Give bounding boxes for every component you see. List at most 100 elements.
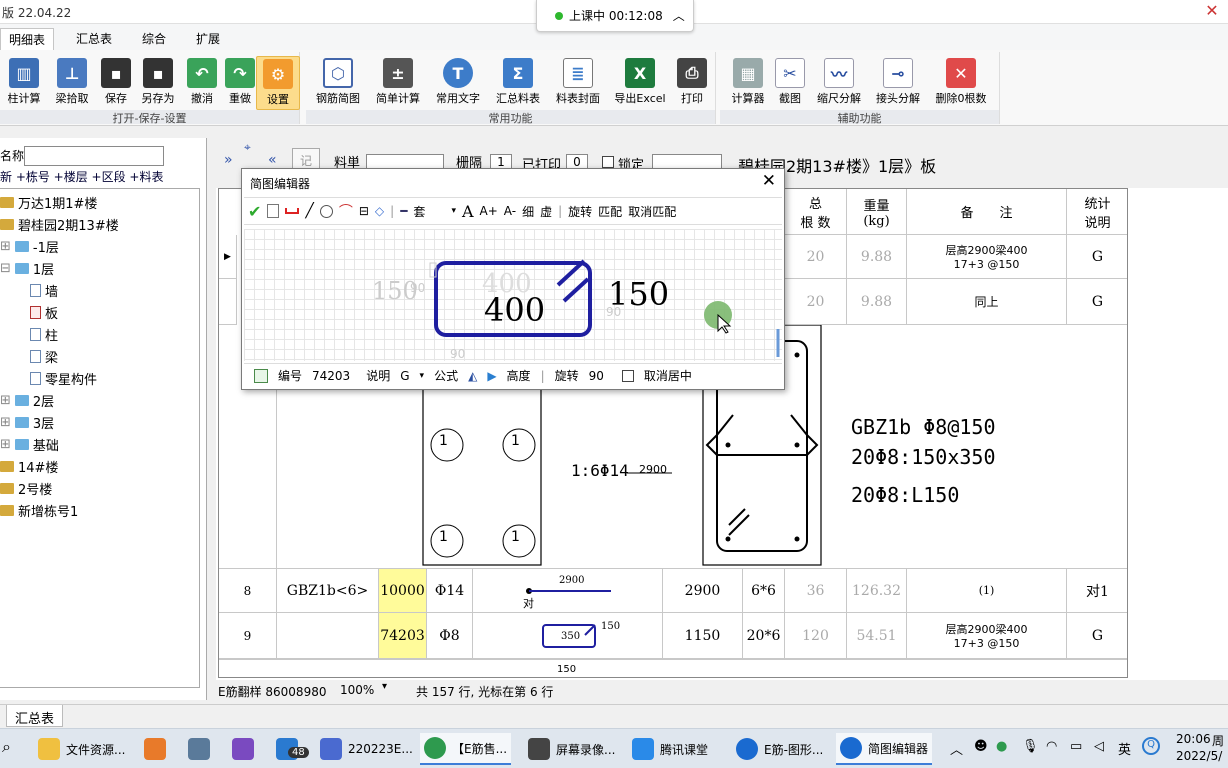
- settings-button[interactable]: ⚙ 设置: [256, 56, 300, 110]
- eraser-icon[interactable]: ◇: [375, 204, 384, 218]
- tree-node-2f[interactable]: ⊞ 2层: [0, 391, 54, 410]
- tree-node-2hao[interactable]: 2号楼: [0, 479, 52, 498]
- wifi-icon[interactable]: ◠: [1046, 739, 1057, 754]
- taskbar-sketch-editor[interactable]: 简图编辑器: [836, 733, 933, 765]
- pin-icon[interactable]: ⌖: [244, 140, 251, 155]
- clock-weekday[interactable]: 周: [1212, 732, 1224, 749]
- cell-count[interactable]: 36: [785, 569, 847, 613]
- tree-node-wanda[interactable]: 万达1期1#楼: [0, 193, 97, 212]
- cell-stat[interactable]: G: [1067, 613, 1127, 659]
- taskbar-app-orange[interactable]: [140, 733, 170, 765]
- flip-horizontal-icon[interactable]: ◭: [468, 369, 477, 383]
- tray-app-icon[interactable]: ●: [996, 739, 1007, 754]
- cell-shape[interactable]: 2900 对: [473, 569, 663, 613]
- cell-diameter[interactable]: Φ14: [427, 569, 473, 613]
- chevron-down-icon[interactable]: ▾: [420, 371, 425, 381]
- tree-actions[interactable]: 新 +栋号 +楼层 +区段 +料表: [0, 168, 163, 185]
- cell-name[interactable]: GBZ1b<6>: [277, 569, 379, 613]
- rebar-sketch-button[interactable]: ⬡ 钢筋简图: [310, 56, 366, 110]
- flip-vertical-icon[interactable]: ▶: [487, 369, 496, 383]
- tree-node-foundation[interactable]: ⊞ 基础: [0, 435, 59, 454]
- tree-node-new[interactable]: 新增栋号1: [0, 501, 78, 520]
- chevron-down-icon[interactable]: ▾: [382, 681, 387, 692]
- formula-button[interactable]: 公式: [434, 367, 458, 384]
- chevron-down-icon[interactable]: ▾: [451, 206, 456, 216]
- tree-node-1f[interactable]: ⊟ 1层: [0, 259, 54, 278]
- clock-date[interactable]: 2022/5/: [1176, 749, 1222, 763]
- rotate-value[interactable]: 90: [589, 369, 604, 383]
- tree-node-slab[interactable]: 板: [30, 303, 58, 322]
- cell-weight[interactable]: 126.32: [847, 569, 907, 613]
- tab-summary-sheet[interactable]: 汇总表: [6, 705, 64, 727]
- cell-shape[interactable]: 350 150: [473, 613, 663, 659]
- taskbar-ejin-sales[interactable]: 【E筋售...: [420, 733, 512, 765]
- microphone-icon[interactable]: 🎙: [1022, 739, 1039, 754]
- hook-icon[interactable]: [285, 208, 300, 214]
- cell-count-expr[interactable]: 20*6: [743, 613, 785, 659]
- close-icon[interactable]: ✕: [762, 171, 776, 191]
- taskbar-calculator[interactable]: [184, 733, 214, 765]
- lock-checkbox[interactable]: [602, 156, 614, 168]
- font-smaller-button[interactable]: A-: [504, 204, 516, 218]
- cell-code[interactable]: 74203: [379, 613, 427, 659]
- qq-icon[interactable]: Q: [1142, 737, 1160, 755]
- code-value[interactable]: 74203: [312, 369, 350, 383]
- cell-weight[interactable]: 54.51: [847, 613, 907, 659]
- calculator-button[interactable]: ▦ 计算器: [724, 56, 772, 110]
- font-button[interactable]: A: [462, 202, 474, 221]
- shape-height-label[interactable]: 150: [608, 275, 669, 313]
- tree-node-14[interactable]: 14#楼: [0, 457, 58, 476]
- screenshot-button[interactable]: ✂ 截图: [770, 56, 810, 110]
- ime-indicator[interactable]: 英: [1118, 739, 1131, 758]
- window-close-icon[interactable]: ✕: [1202, 0, 1222, 22]
- thin-button[interactable]: 细: [522, 203, 534, 220]
- cell-remark[interactable]: (1): [907, 569, 1067, 613]
- cell-diameter[interactable]: Φ8: [427, 613, 473, 659]
- height-button[interactable]: 高度: [507, 367, 531, 384]
- taskbar-vs[interactable]: [228, 733, 258, 765]
- class-indicator[interactable]: 上课中 00:12:08 ︿: [536, 0, 694, 32]
- scale-split-button[interactable]: 〰缩尺分解: [812, 56, 866, 110]
- search-icon[interactable]: ⌕: [2, 737, 11, 757]
- uncenter-checkbox[interactable]: [621, 369, 634, 382]
- tray-expand-icon[interactable]: ︿: [950, 739, 963, 758]
- desc-select[interactable]: G: [400, 369, 409, 383]
- tab-summary[interactable]: 汇总表: [68, 28, 120, 50]
- rotate-button[interactable]: 旋转: [568, 203, 592, 220]
- chevron-up-icon[interactable]: ︿: [673, 7, 685, 24]
- match-button[interactable]: 匹配: [598, 203, 622, 220]
- cell-count[interactable]: 20: [785, 235, 847, 279]
- dimension-icon[interactable]: ⊟: [359, 204, 369, 218]
- tree-node-3f[interactable]: ⊞ 3层: [0, 413, 54, 432]
- common-text-button[interactable]: T 常用文字: [430, 56, 486, 110]
- tree-node-wall[interactable]: 墙: [30, 281, 58, 300]
- tab-detail[interactable]: 明细表: [0, 28, 55, 50]
- cell-stat[interactable]: G: [1067, 235, 1127, 279]
- cell-stat[interactable]: 对1: [1067, 569, 1127, 613]
- tab-general[interactable]: 综合: [134, 28, 174, 50]
- simple-calc-button[interactable]: ± 简单计算: [370, 56, 426, 110]
- insert-icon[interactable]: [254, 368, 268, 383]
- cell-count[interactable]: 20: [785, 279, 847, 325]
- prev-icon[interactable]: «: [268, 152, 277, 168]
- cell-count[interactable]: 120: [785, 613, 847, 659]
- tree-node-beam[interactable]: 梁: [30, 347, 58, 366]
- beam-pick-button[interactable]: ⊥ 梁拾取: [50, 56, 94, 110]
- cover-button[interactable]: ≣ 料表封面: [550, 56, 606, 110]
- circle-icon[interactable]: [319, 204, 333, 218]
- tree-node-b1[interactable]: ⊞ -1层: [0, 237, 59, 256]
- summary-table-button[interactable]: Σ 汇总料表: [490, 56, 546, 110]
- font-bigger-button[interactable]: A+: [480, 204, 498, 218]
- battery-icon[interactable]: ▭: [1070, 739, 1082, 754]
- cell-weight[interactable]: 9.88: [847, 279, 907, 325]
- line-icon[interactable]: ╱: [305, 203, 313, 219]
- print-button[interactable]: ⎙ 打印: [672, 56, 712, 110]
- cell-count-expr[interactable]: 6*6: [743, 569, 785, 613]
- taskbar-explorer[interactable]: 文件资源...: [34, 733, 129, 765]
- search-input[interactable]: [24, 146, 164, 166]
- tree-node-column[interactable]: 柱: [30, 325, 58, 344]
- delete-zero-button[interactable]: ✕ 删除0根数: [930, 56, 992, 110]
- column-calc-button[interactable]: ▥ 柱计算: [2, 56, 46, 110]
- dashed-button[interactable]: 虚: [540, 203, 552, 220]
- confirm-icon[interactable]: ✔: [248, 202, 261, 221]
